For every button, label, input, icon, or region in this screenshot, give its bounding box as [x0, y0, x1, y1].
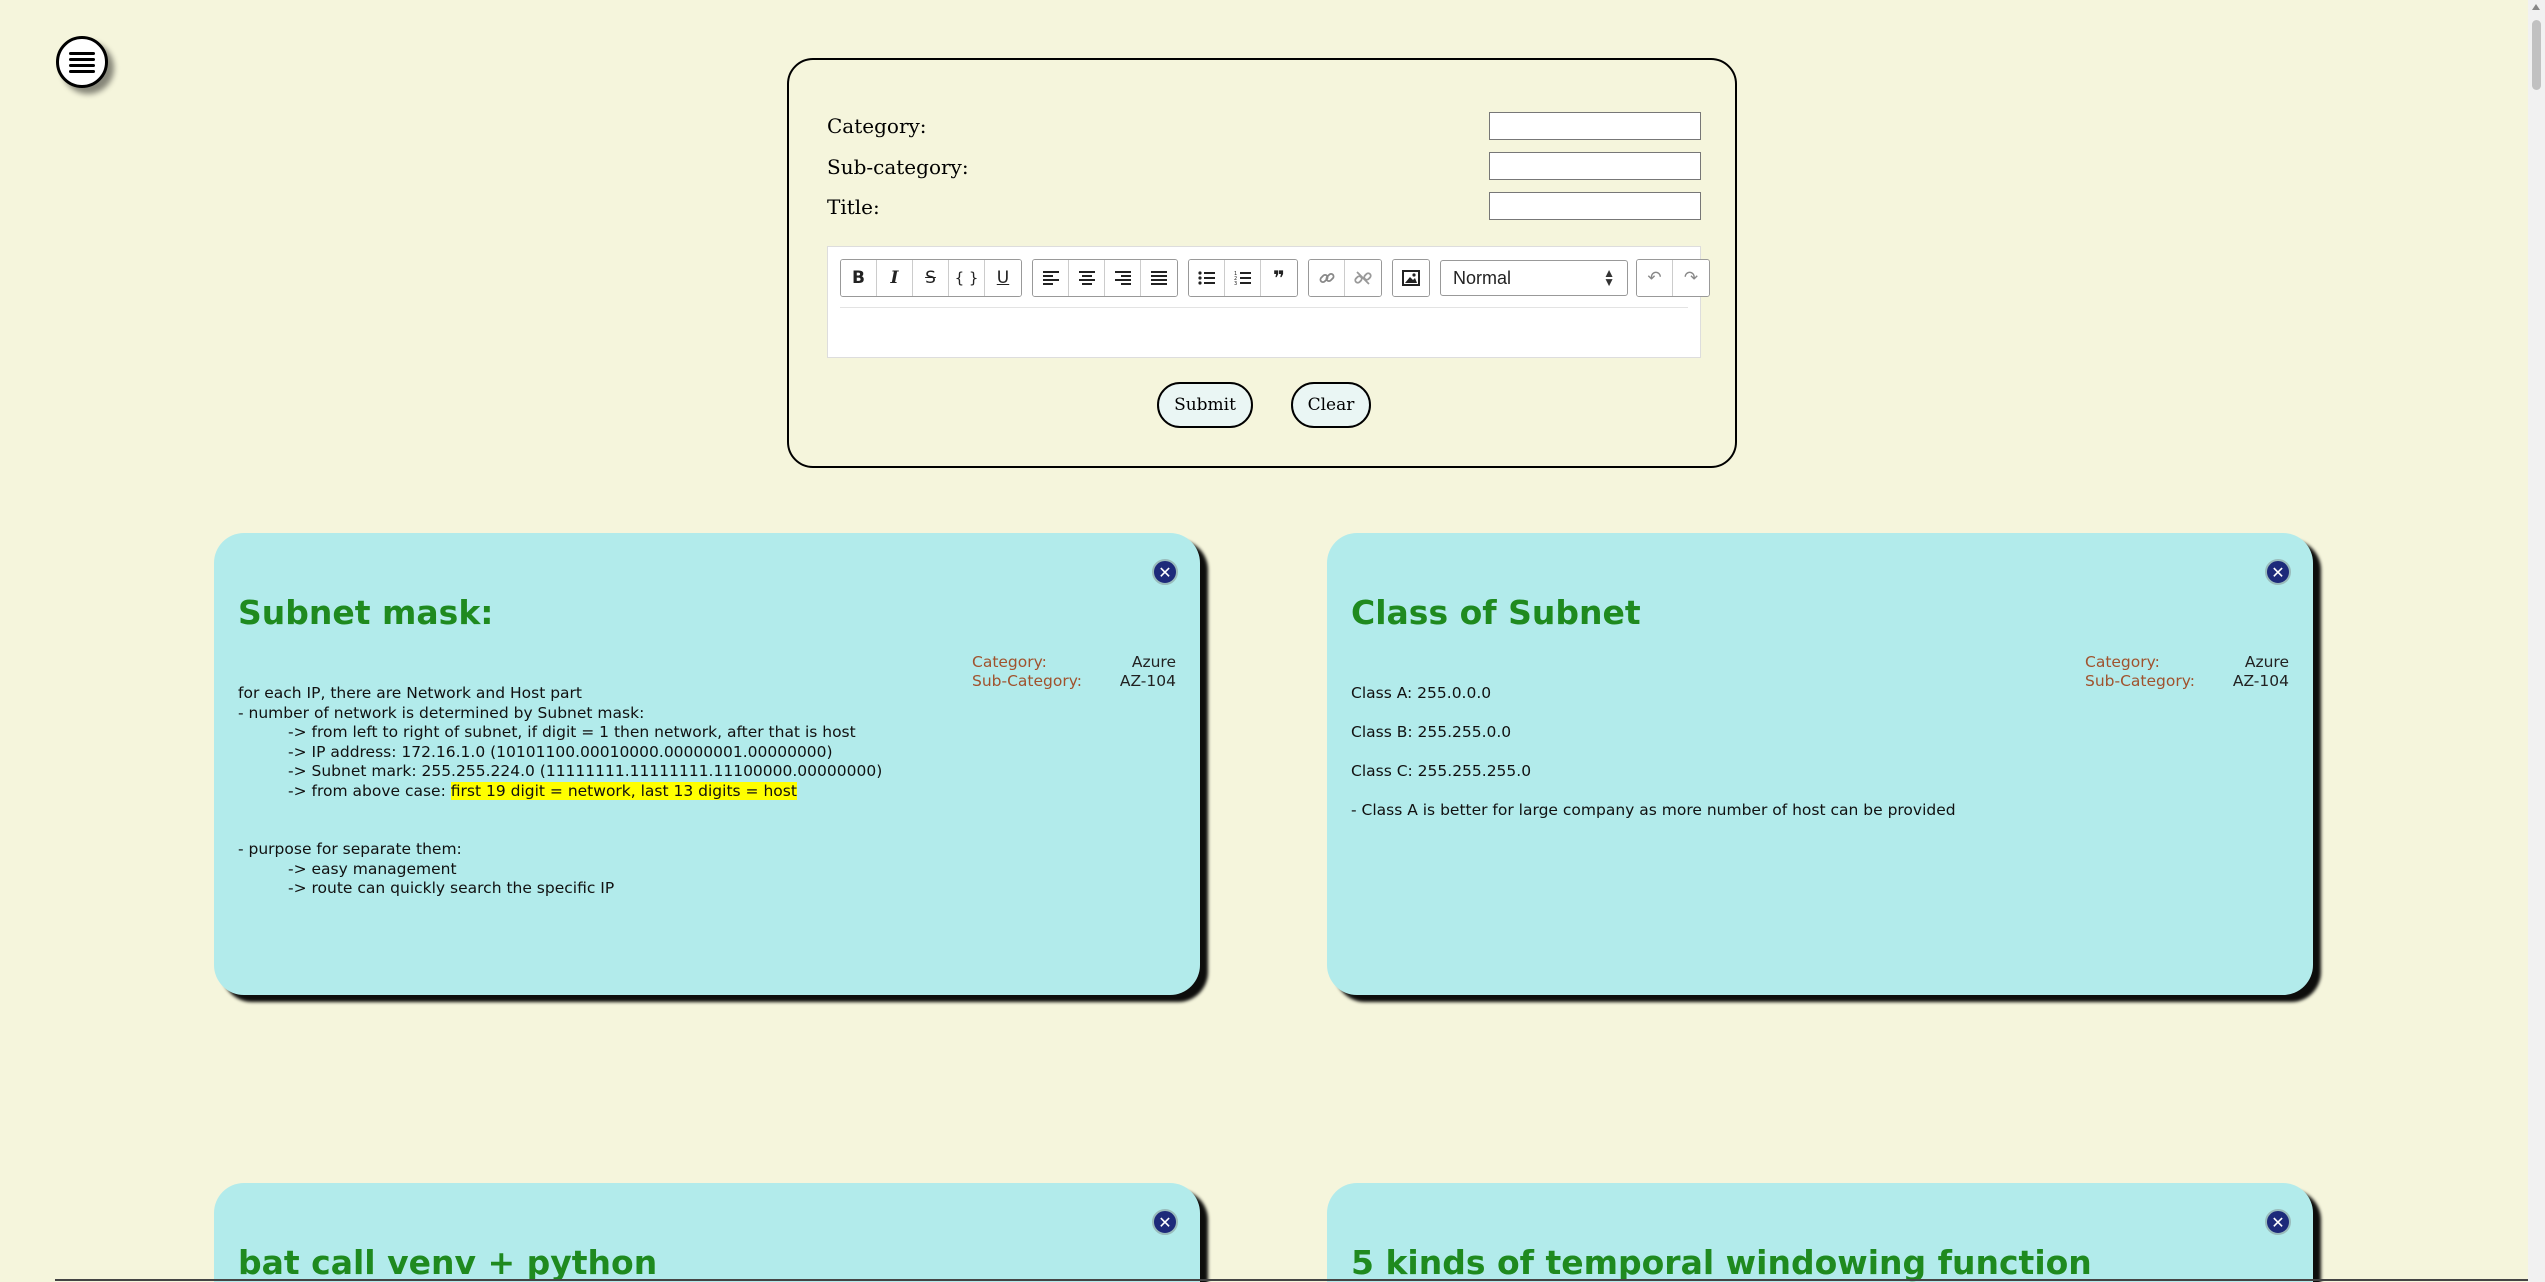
category-input[interactable] [1489, 112, 1701, 140]
numbered-list-icon[interactable]: 123 [1225, 260, 1261, 296]
image-icon[interactable] [1393, 260, 1429, 296]
body-line: for each IP, there are Network and Host … [238, 684, 582, 702]
code-icon[interactable]: { } [949, 260, 985, 296]
image-group [1392, 259, 1430, 297]
underline-icon[interactable]: U [985, 260, 1021, 296]
body-line: Class A: 255.0.0.0 [1351, 684, 1492, 702]
select-arrows-icon: ▲ ▼ [1603, 266, 1615, 289]
card-body: for each IP, there are Network and Host … [238, 684, 1176, 899]
history-group: ↶ ↷ [1636, 259, 1710, 297]
note-card: ✕ Class of Subnet Category: Azure Sub-Cat… [1327, 533, 2313, 995]
scrollbar[interactable] [2528, 0, 2545, 1282]
card-title: bat call venv + python [238, 1243, 658, 1282]
body-line: -> easy management [288, 859, 457, 878]
menu-button[interactable] [56, 36, 108, 88]
body-text: -> from above case: [288, 781, 451, 800]
editor-toolbar: B I S { } U 1 2 3 ❞ Normal ▲ ▼ ↶ ↷ [840, 259, 1720, 297]
entry-form: Category: Sub-category: Title: B I S { }… [787, 58, 1737, 468]
body-line: -> Subnet mark: 255.255.224.0 (11111111.… [288, 762, 883, 780]
subcategory-label: Sub-category: [827, 155, 969, 179]
note-card: ✕ bat call venv + python [214, 1183, 1200, 1282]
title-label: Title: [827, 195, 880, 219]
clear-button[interactable]: Clear [1291, 382, 1371, 428]
body-line: - Class A is better for large company as… [1351, 801, 1956, 819]
category-key: Category: [972, 653, 1047, 671]
page: Category: Sub-category: Title: B I S { }… [0, 0, 2545, 1282]
strikethrough-icon[interactable]: S [913, 260, 949, 296]
card-title: Subnet mask: [238, 593, 494, 632]
editor-divider [840, 307, 1688, 308]
link-group [1308, 259, 1382, 297]
text-style-group: B I S { } U [840, 259, 1022, 297]
body-line: -> from above case: first 19 digit = net… [238, 781, 1176, 802]
body-line: Class C: 255.255.255.0 [1351, 762, 1532, 780]
submit-button[interactable]: Submit [1157, 382, 1253, 428]
body-line: -> IP address: 172.16.1.0 (10101100.0001… [288, 742, 833, 761]
format-select-value: Normal [1453, 267, 1512, 288]
bullet-list-icon[interactable] [1189, 260, 1225, 296]
close-icon[interactable]: ✕ [1152, 559, 1178, 585]
link-icon[interactable] [1309, 260, 1345, 296]
note-card: ✕ Subnet mask: Category: Azure Sub-Catego… [214, 533, 1200, 995]
highlighted-text: first 19 digit = network, last 13 digits… [450, 781, 797, 800]
category-label: Category: [827, 114, 927, 138]
redo-icon[interactable]: ↷ [1673, 260, 1709, 296]
close-icon[interactable]: ✕ [2265, 559, 2291, 585]
card-body: Class A: 255.0.0.0 Class B: 255.255.0.0 … [1351, 684, 2289, 840]
bold-icon[interactable]: B [841, 260, 877, 296]
hamburger-icon [69, 49, 95, 76]
italic-icon[interactable]: I [877, 260, 913, 296]
align-right-icon[interactable] [1105, 260, 1141, 296]
body-line: - purpose for separate them: [238, 840, 462, 858]
card-title: 5 kinds of temporal windowing function [1351, 1243, 2092, 1282]
note-card: ✕ 5 kinds of temporal windowing function [1327, 1183, 2313, 1282]
title-input[interactable] [1489, 192, 1701, 220]
align-center-icon[interactable] [1069, 260, 1105, 296]
card-title: Class of Subnet [1351, 593, 1641, 632]
close-icon[interactable]: ✕ [1152, 1209, 1178, 1235]
blockquote-icon[interactable]: ❞ [1261, 260, 1297, 296]
scroll-up-icon[interactable] [2532, 4, 2540, 10]
divider [55, 1279, 2528, 1281]
list-group: 123 ❞ [1188, 259, 1298, 297]
category-value: Azure [2244, 653, 2289, 671]
undo-icon[interactable]: ↶ [1637, 260, 1673, 296]
align-justify-icon[interactable] [1141, 260, 1177, 296]
format-select[interactable]: Normal ▲ ▼ [1440, 260, 1628, 296]
body-line: Class B: 255.255.0.0 [1351, 723, 1512, 741]
category-value: Azure [1131, 653, 1176, 671]
scrollbar-thumb[interactable] [2532, 20, 2541, 90]
body-line: -> from left to right of subnet, if digi… [288, 723, 856, 741]
close-icon[interactable]: ✕ [2265, 1209, 2291, 1235]
subcategory-input[interactable] [1489, 152, 1701, 180]
align-left-icon[interactable] [1033, 260, 1069, 296]
rich-text-editor: B I S { } U 1 2 3 ❞ Normal ▲ ▼ ↶ ↷ [827, 246, 1710, 358]
body-line: - number of network is determined by Sub… [238, 703, 645, 722]
category-key: Category: [2085, 653, 2160, 671]
unlink-icon[interactable] [1345, 260, 1381, 296]
align-group [1032, 259, 1178, 297]
svg-text:3: 3 [1234, 281, 1237, 286]
body-line: -> route can quickly search the specific… [288, 879, 615, 897]
